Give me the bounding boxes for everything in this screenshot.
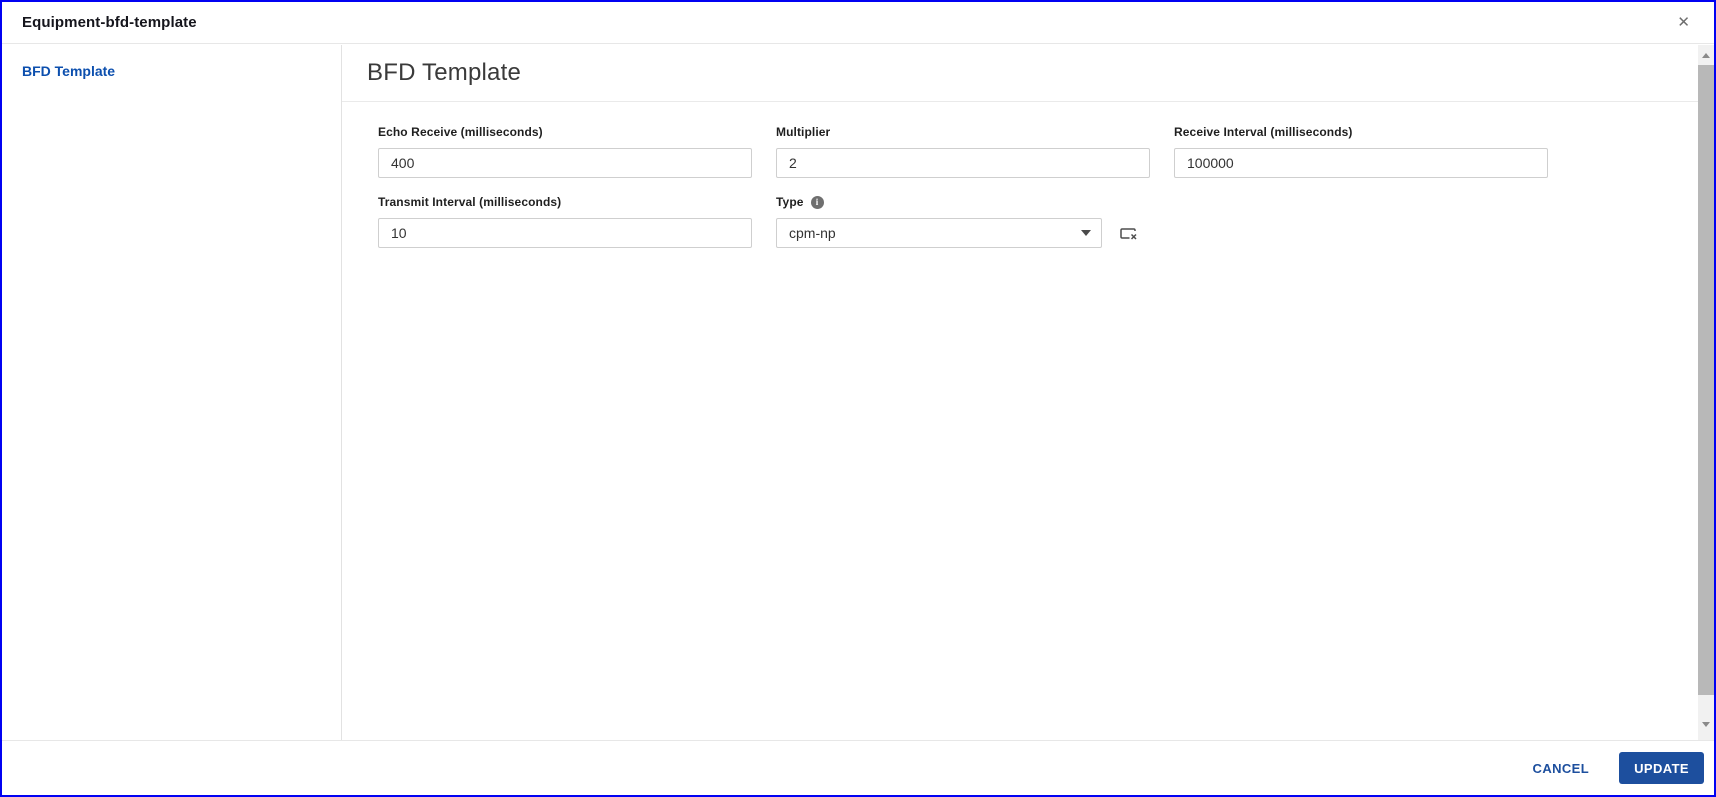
field-echo-receive: Echo Receive (milliseconds) (378, 125, 752, 178)
multiplier-input[interactable] (776, 148, 1150, 178)
update-button[interactable]: UPDATE (1619, 752, 1704, 784)
bfd-template-form: Echo Receive (milliseconds) Multiplier R… (342, 102, 1698, 248)
main-panel: BFD Template Echo Receive (milliseconds)… (342, 45, 1698, 740)
dialog-footer: CANCEL UPDATE (2, 740, 1714, 795)
vertical-scrollbar[interactable] (1698, 45, 1714, 740)
type-select-value: cpm-np (789, 225, 836, 241)
scroll-down-icon[interactable] (1698, 716, 1714, 732)
dialog-body: BFD Template BFD Template Echo Receive (… (2, 45, 1714, 740)
echo-receive-input[interactable] (378, 148, 752, 178)
receive-interval-label: Receive Interval (milliseconds) (1174, 125, 1353, 139)
clear-selection-icon[interactable] (1116, 223, 1141, 244)
type-label: Type (776, 195, 804, 209)
cancel-button[interactable]: CANCEL (1533, 761, 1590, 776)
sidebar-item-bfd-template[interactable]: BFD Template (22, 63, 115, 79)
sidebar: BFD Template (2, 45, 342, 740)
scrollbar-thumb[interactable] (1698, 65, 1714, 695)
type-select[interactable]: cpm-np (776, 218, 1102, 248)
transmit-interval-label: Transmit Interval (milliseconds) (378, 195, 562, 209)
multiplier-label: Multiplier (776, 125, 831, 139)
dialog-window: Equipment-bfd-template ✕ BFD Template BF… (0, 0, 1716, 797)
close-icon[interactable]: ✕ (1673, 11, 1694, 34)
dialog-titlebar: Equipment-bfd-template ✕ (2, 2, 1714, 44)
receive-interval-input[interactable] (1174, 148, 1548, 178)
page-title: BFD Template (367, 59, 522, 86)
echo-receive-label: Echo Receive (milliseconds) (378, 125, 543, 139)
field-transmit-interval: Transmit Interval (milliseconds) (378, 195, 752, 248)
field-multiplier: Multiplier (776, 125, 1150, 178)
scroll-up-icon[interactable] (1698, 47, 1714, 63)
chevron-down-icon (1081, 230, 1091, 236)
main-header: BFD Template (342, 45, 1698, 102)
info-icon[interactable]: i (810, 195, 824, 209)
dialog-title: Equipment-bfd-template (22, 14, 197, 31)
field-receive-interval: Receive Interval (milliseconds) (1174, 125, 1548, 178)
transmit-interval-input[interactable] (378, 218, 752, 248)
field-type: Type i cpm-np (776, 195, 1150, 248)
